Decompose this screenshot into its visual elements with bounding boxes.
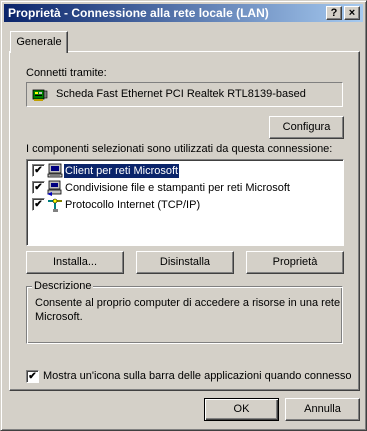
list-item-client[interactable]: ✔ Client per reti Microsoft (30, 163, 338, 179)
show-icon-checkbox[interactable]: ✔ (26, 370, 39, 383)
install-button-label: Installa... (52, 256, 98, 268)
close-button[interactable]: × (344, 6, 360, 20)
client-checkbox[interactable]: ✔ (32, 164, 45, 177)
ok-button-label: OK (233, 403, 250, 415)
help-button[interactable]: ? (326, 6, 342, 20)
cancel-button[interactable]: Annulla (285, 398, 360, 421)
file-sharing-label: Condivisione file e stampanti per reti M… (65, 182, 290, 194)
properties-button-label: Proprietà (272, 256, 318, 268)
components-label: I componenti selezionati sono utilizzati… (26, 143, 333, 155)
connect-using-label: Connetti tramite: (26, 67, 107, 79)
title-bar[interactable]: Proprietà - Connessione alla rete locale… (4, 4, 363, 22)
file-sharing-checkbox[interactable]: ✔ (32, 181, 45, 194)
adapter-name: Scheda Fast Ethernet PCI Realtek RTL8139… (56, 88, 306, 100)
configure-button-label: Configura (282, 121, 331, 133)
components-list[interactable]: ✔ Client per reti Microsoft ✔ Condivisio… (26, 159, 344, 246)
window-title: Proprietà - Connessione alla rete locale… (8, 6, 269, 20)
uninstall-button-label: Disinstalla (159, 256, 211, 268)
show-icon-label[interactable]: Mostra un'icona sulla barra delle applic… (43, 370, 351, 382)
network-adapter-icon (32, 89, 48, 101)
list-item-tcpip[interactable]: ✔ Protocollo Internet (TCP/IP) (30, 197, 338, 213)
tab-generale[interactable]: Generale (10, 31, 68, 53)
description-text: Consente al proprio computer di accedere… (35, 297, 341, 323)
client-label: Client per reti Microsoft (62, 163, 181, 179)
description-legend: Descrizione (32, 280, 94, 292)
protocol-icon (48, 198, 62, 212)
tcpip-label: Protocollo Internet (TCP/IP) (65, 199, 201, 211)
tcpip-checkbox[interactable]: ✔ (32, 198, 45, 211)
uninstall-button[interactable]: Disinstalla (136, 251, 234, 274)
client-network-icon (47, 163, 63, 178)
file-printer-sharing-icon (47, 180, 62, 196)
configure-button[interactable]: Configura (269, 116, 344, 139)
install-button[interactable]: Installa... (26, 251, 124, 274)
properties-dialog: Proprietà - Connessione alla rete locale… (0, 0, 367, 431)
properties-button[interactable]: Proprietà (246, 251, 344, 274)
ok-button[interactable]: OK (204, 398, 279, 421)
list-item-file-sharing[interactable]: ✔ Condivisione file e stampanti per reti… (30, 180, 338, 196)
cancel-button-label: Annulla (304, 403, 341, 415)
